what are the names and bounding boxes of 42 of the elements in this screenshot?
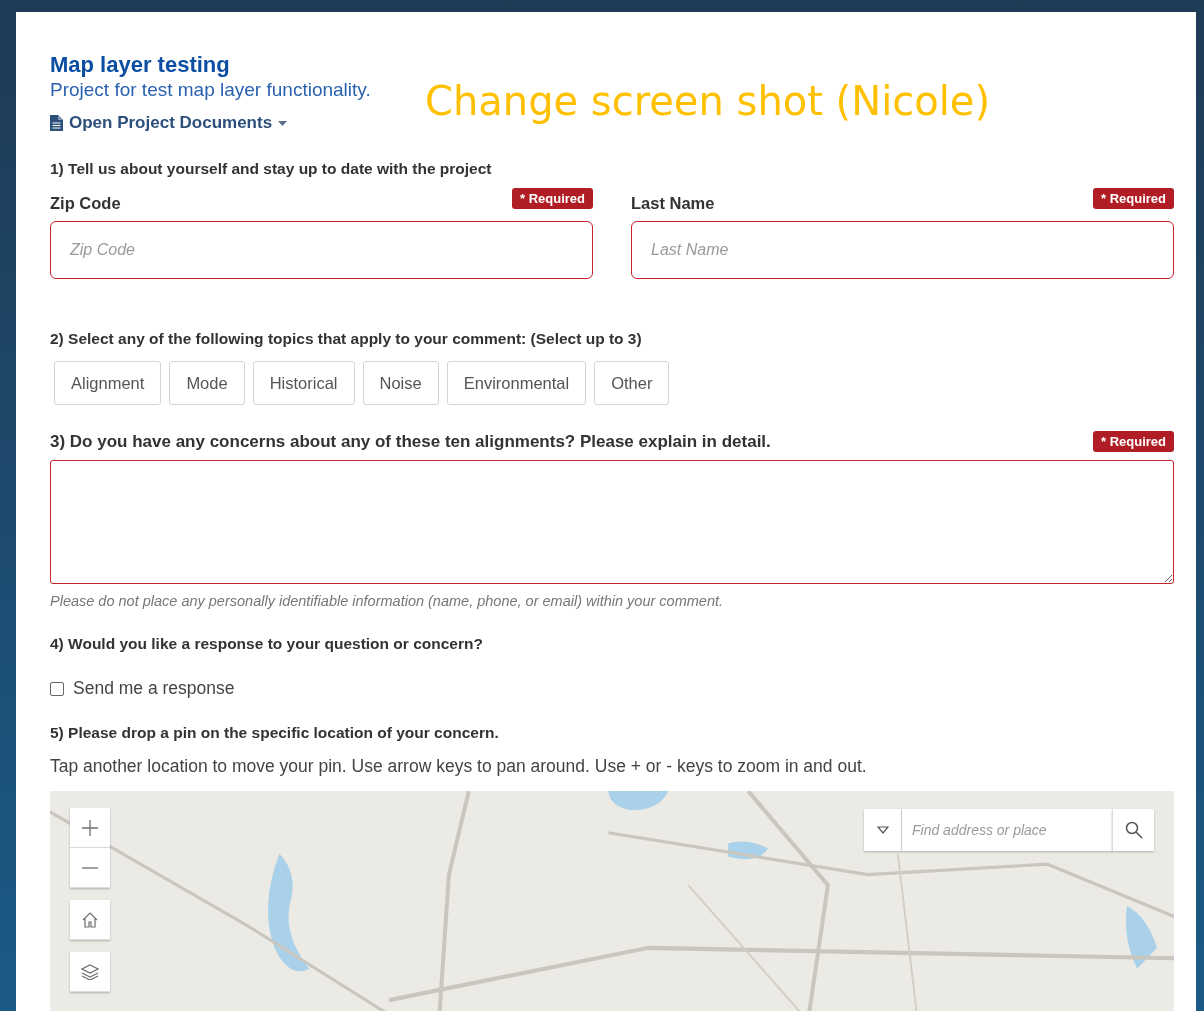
required-badge: * Required xyxy=(1093,431,1174,452)
checkbox[interactable] xyxy=(50,681,64,696)
question-heading: 5) Please drop a pin on the specific location of your concern. xyxy=(50,724,500,742)
project-title: Map layer testing xyxy=(50,52,231,78)
plus-icon xyxy=(81,818,99,837)
topic-button[interactable]: Environmental xyxy=(446,361,587,405)
required-badge: * Required xyxy=(1093,188,1174,209)
triangle-icon xyxy=(876,826,889,834)
annotation-text: Change screen shot (Nicole) xyxy=(425,78,991,124)
topic-button[interactable]: Alignment xyxy=(54,361,162,405)
minus-icon xyxy=(81,866,99,869)
documents-link[interactable]: Open Project Documents xyxy=(50,113,288,133)
layers-icon xyxy=(81,963,99,980)
dropdown-button[interactable] xyxy=(864,809,902,851)
project-description: Project for test map layer functionality. xyxy=(50,79,371,101)
search-button[interactable] xyxy=(1112,809,1154,851)
zoom-out-button[interactable] xyxy=(70,848,110,888)
layers-button[interactable] xyxy=(70,952,110,992)
comment-field[interactable] xyxy=(50,460,1174,584)
question-heading: 3) Do you have any concerns about any of these ten alignments? Please explain in detail. xyxy=(50,432,771,452)
question-heading: 1) Tell us about yourself and stay up to date with the project xyxy=(50,160,493,178)
field-label: Zip Code xyxy=(50,194,121,213)
question-heading: 2) Select any of the following topics that apply to your comment: (Select up to 3) xyxy=(50,330,643,348)
home-button[interactable] xyxy=(70,900,110,940)
field-label: Last Name xyxy=(631,194,715,213)
field-hint: Please do not place any personally identifiable information (name, phone, or email) within your comment. xyxy=(50,593,724,609)
topic-button[interactable]: Noise xyxy=(362,361,439,405)
topic-button[interactable]: Historical xyxy=(252,361,355,405)
map-instructions: Tap another location to move your pin. Use arrow keys to pan around. Use + or - keys to zoom in and out. xyxy=(50,756,868,777)
document-icon xyxy=(50,115,63,131)
text-field[interactable]: Last Name xyxy=(631,221,1174,279)
question-heading: 4) Would you like a response to your question or concern? xyxy=(50,635,484,653)
zoom-in-button[interactable] xyxy=(70,808,110,848)
topic-button[interactable]: Mode xyxy=(169,361,245,405)
checkbox-label[interactable]: Send me a response xyxy=(73,678,235,699)
map-search-field[interactable]: Find address or place xyxy=(902,809,1112,851)
topic-button[interactable]: Other xyxy=(594,361,670,405)
caret-icon xyxy=(278,120,288,126)
text-field[interactable]: Zip Code xyxy=(50,221,593,279)
search-icon xyxy=(1124,821,1143,839)
home-icon xyxy=(81,910,99,929)
required-badge: * Required xyxy=(512,188,593,209)
